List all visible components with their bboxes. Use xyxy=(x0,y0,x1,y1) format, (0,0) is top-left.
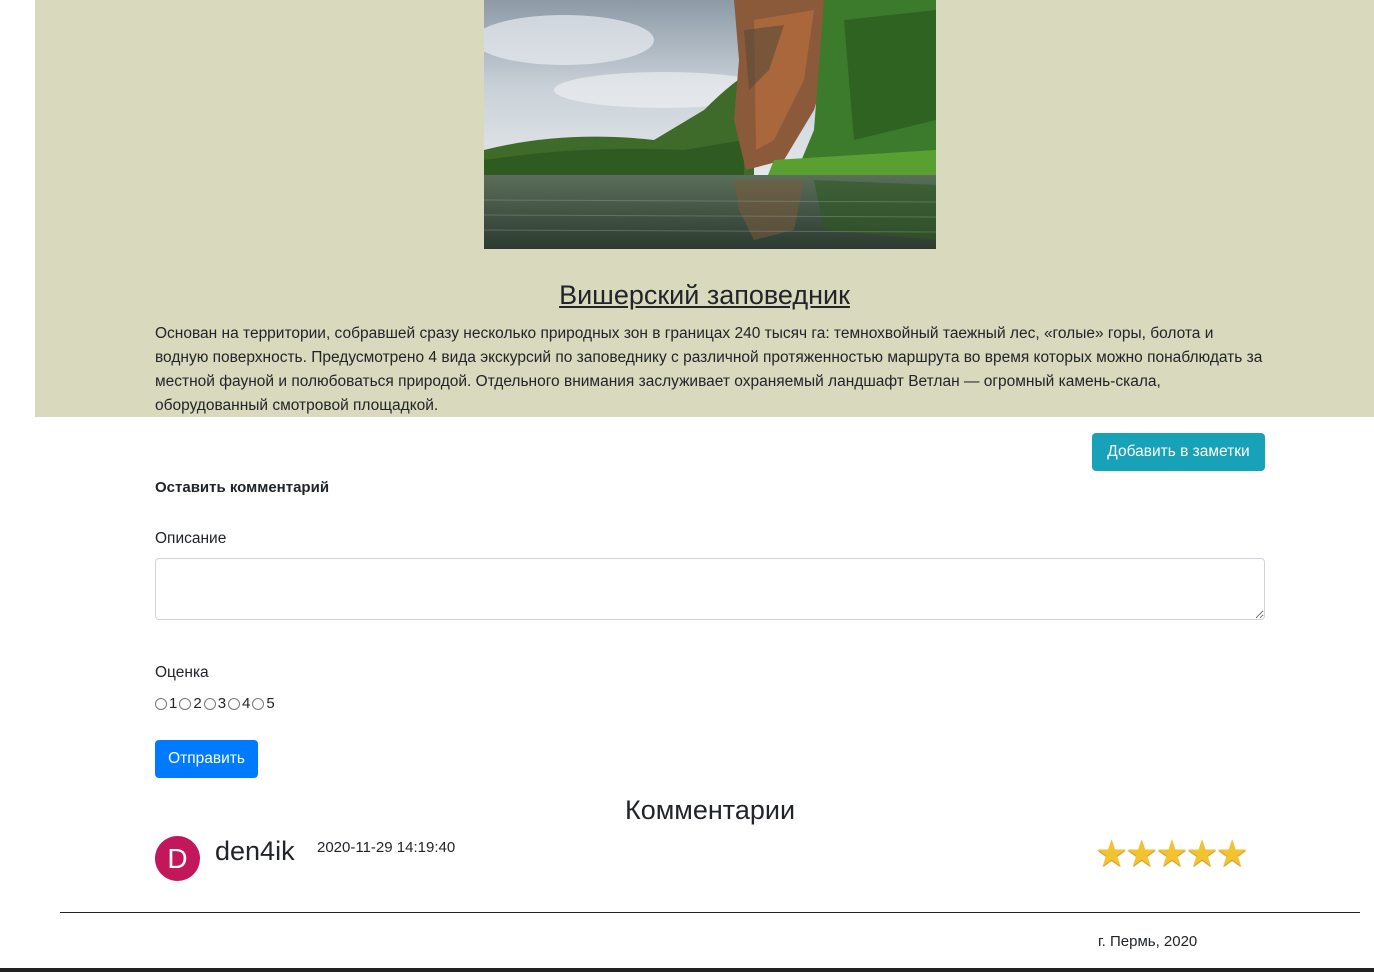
rating-option-1[interactable]: 1 xyxy=(155,695,179,712)
comment-timestamp: 2020-11-29 14:19:40 xyxy=(317,839,456,856)
footer-text: г. Пермь, 2020 xyxy=(1098,933,1198,950)
rating-option-label: 2 xyxy=(193,695,202,712)
add-to-notes-button[interactable]: Добавить в заметки xyxy=(1092,433,1265,471)
place-photo xyxy=(484,0,936,249)
description-label: Описание xyxy=(155,530,227,547)
rating-radio-1[interactable] xyxy=(155,697,167,710)
star-rating-icon: ★★★★★ xyxy=(1095,833,1249,874)
bottom-bar xyxy=(0,968,1374,972)
rating-radio-4[interactable] xyxy=(228,697,241,710)
rating-radio-3[interactable] xyxy=(203,697,216,710)
comment-form-heading: Оставить комментарий xyxy=(155,479,330,496)
footer-divider xyxy=(60,912,1360,913)
place-card: Вишерский заповедник Основан на территор… xyxy=(35,0,1374,417)
rating-radio-2[interactable] xyxy=(179,697,192,710)
place-title[interactable]: Вишерский заповедник xyxy=(35,280,1374,311)
comment-username: den4ik xyxy=(215,836,295,866)
rating-option-3[interactable]: 3 xyxy=(203,695,228,712)
rating-option-label: 3 xyxy=(217,695,227,712)
rating-option-label: 4 xyxy=(242,695,251,712)
rating-radio-5[interactable] xyxy=(252,697,265,710)
rating-option-2[interactable]: 2 xyxy=(179,695,203,712)
description-field[interactable] xyxy=(155,558,1265,620)
rating-option-5[interactable]: 5 xyxy=(252,695,276,712)
rating-option-label: 5 xyxy=(266,695,275,712)
comments-heading: Комментарии xyxy=(624,795,796,825)
rating-option-4[interactable]: 4 xyxy=(228,695,252,712)
rating-group: 1 2 3 4 5 xyxy=(155,695,277,712)
place-description: Основан на территории, собравшей сразу н… xyxy=(155,325,1263,414)
avatar: D xyxy=(155,836,200,881)
submit-button[interactable]: Отправить xyxy=(155,740,258,778)
rating-label: Оценка xyxy=(155,664,209,681)
rating-option-label: 1 xyxy=(169,695,178,712)
